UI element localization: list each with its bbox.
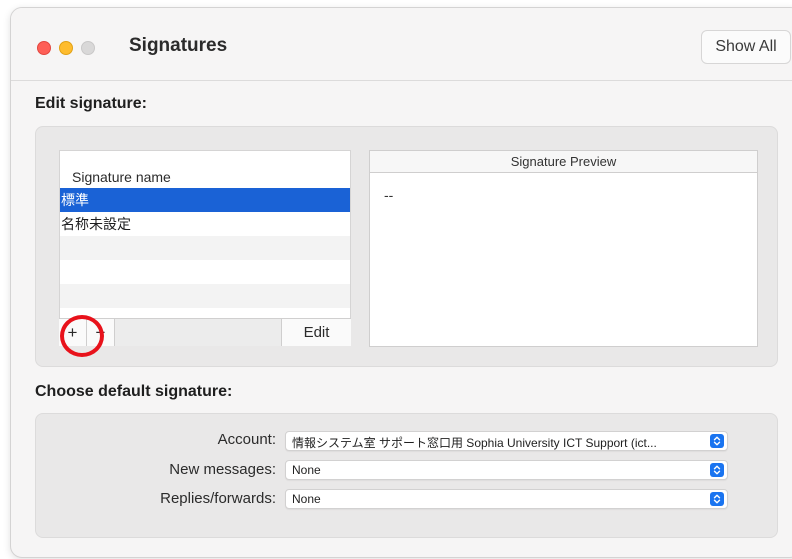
- chevron-updown-icon: [710, 434, 724, 448]
- chevron-updown-icon: [710, 463, 724, 477]
- signature-list-item-label: 標準: [61, 192, 89, 208]
- new-messages-label: New messages:: [169, 461, 276, 478]
- signature-list-item-label: 名称未設定: [61, 216, 131, 232]
- signature-preview-content: --: [384, 187, 394, 203]
- show-all-button[interactable]: Show All: [701, 30, 791, 64]
- signature-preview-pane: Signature Preview --: [369, 150, 758, 347]
- choose-default-signature-label: Choose default signature:: [35, 383, 233, 400]
- account-popup-value: 情報システム室 サポート窓口用 Sophia University ICT Su…: [292, 436, 657, 450]
- signature-preview-header: Signature Preview: [370, 151, 757, 173]
- account-popup[interactable]: 情報システム室 サポート窓口用 Sophia University ICT Su…: [285, 431, 728, 451]
- replies-forwards-popup-value: None: [292, 492, 321, 506]
- empty-list-row: [60, 236, 350, 260]
- signatures-window: Signatures Show All Edit signature: Sign…: [10, 7, 792, 558]
- replies-forwards-popup[interactable]: None: [285, 489, 728, 509]
- chevron-updown-icon: [710, 492, 724, 506]
- new-messages-popup[interactable]: None: [285, 460, 728, 480]
- title-bar: Signatures Show All: [11, 8, 792, 81]
- signature-name-list: Signature name 標準 名称未設定: [59, 150, 351, 346]
- replies-forwards-label: Replies/forwards:: [160, 490, 276, 507]
- account-label: Account:: [217, 431, 276, 448]
- signature-list-item[interactable]: 名称未設定: [60, 212, 350, 236]
- window-title: Signatures: [129, 35, 228, 56]
- empty-list-row: [60, 284, 350, 308]
- edit-button[interactable]: Edit: [281, 319, 351, 346]
- signature-name-header: Signature name: [72, 169, 171, 185]
- new-messages-popup-value: None: [292, 463, 321, 477]
- empty-list-row: [60, 260, 350, 284]
- edit-signature-label: Edit signature:: [35, 95, 148, 112]
- close-window-button[interactable]: [37, 41, 51, 55]
- signature-list-item[interactable]: 標準: [60, 188, 350, 212]
- zoom-window-button[interactable]: [81, 41, 95, 55]
- highlight-circle-annotation: [60, 315, 104, 357]
- minimize-window-button[interactable]: [59, 41, 73, 55]
